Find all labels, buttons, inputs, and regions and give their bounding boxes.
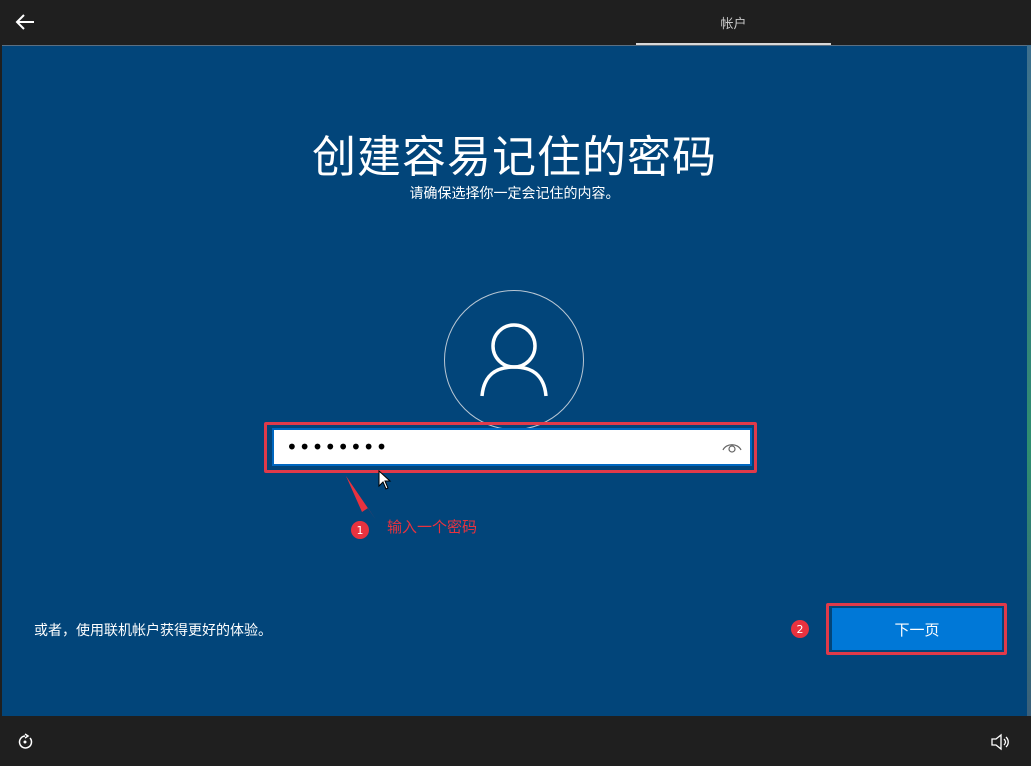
tab-account-label: 帐户 [720, 17, 747, 32]
bottom-bar [0, 716, 1031, 766]
page-title: 创建容易记住的密码 [312, 132, 717, 183]
volume-icon [991, 733, 1009, 751]
annotation-text-1: 输入一个密码 [387, 518, 478, 536]
password-input[interactable] [274, 431, 714, 463]
next-button[interactable]: 下一页 [832, 608, 1002, 650]
annotation-badge-1: 1 [351, 521, 369, 539]
page-subtitle: 请确保选择你一定会记住的内容。 [409, 186, 620, 202]
back-arrow-icon [15, 14, 34, 30]
ease-of-access-icon [18, 733, 33, 749]
avatar [444, 290, 584, 430]
reveal-password-button[interactable] [714, 432, 750, 462]
tab-account[interactable]: 帐户 [636, 0, 831, 45]
online-account-link[interactable]: 或者，使用联机帐户获得更好的体验。 [34, 620, 272, 640]
user-icon [480, 323, 548, 397]
back-button[interactable] [10, 8, 40, 36]
mouse-cursor-icon [378, 470, 392, 490]
top-bar: 帐户 [0, 0, 1031, 45]
annotation-badge-2: 2 [791, 620, 809, 638]
background-edge [1027, 45, 1031, 716]
volume-button[interactable] [990, 733, 1012, 751]
eye-icon [722, 444, 742, 453]
password-field [272, 428, 752, 466]
ease-of-access-button[interactable] [15, 733, 37, 751]
annotation-arrow [346, 476, 376, 520]
